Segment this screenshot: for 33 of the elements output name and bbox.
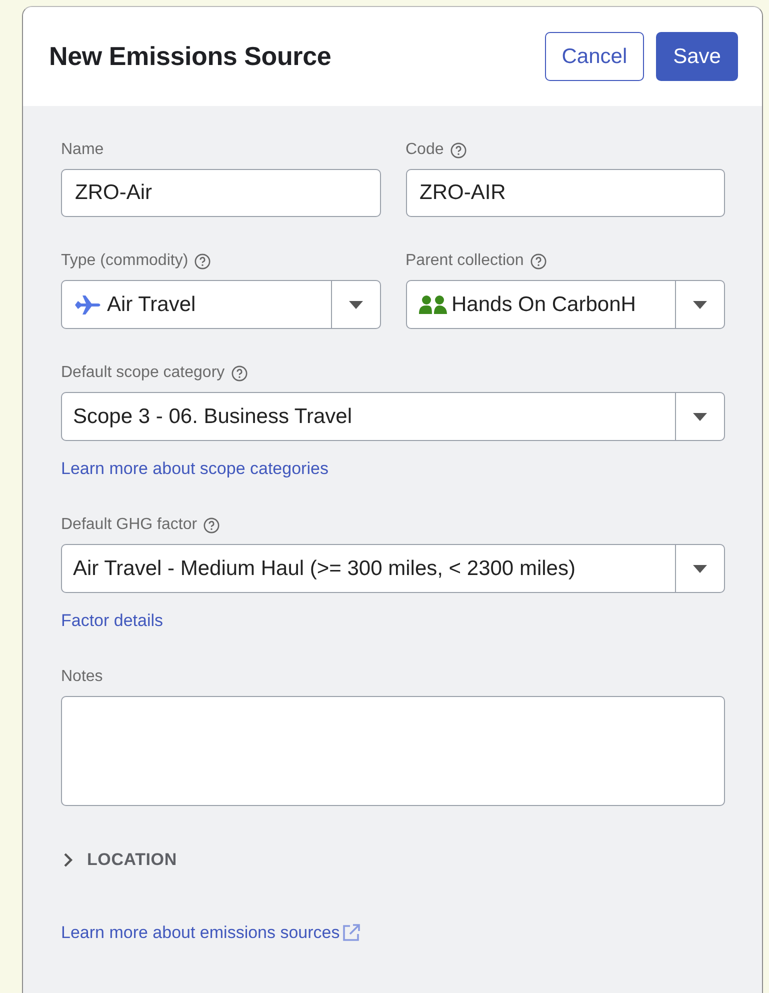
dropdown[interactable]: Scope 3 - 06. Business Travel <box>61 392 725 441</box>
save-button[interactable]: Save <box>656 32 738 81</box>
help-icon[interactable] <box>194 252 212 270</box>
field-label: Name <box>61 141 104 159</box>
caret-icon <box>693 564 707 572</box>
help-icon[interactable] <box>203 516 220 534</box>
field-label: Code <box>406 141 444 159</box>
text-field[interactable]: ZRO-Air <box>61 169 380 217</box>
field-label: Default GHG factor <box>61 516 198 534</box>
dropdown[interactable]: Air Travel <box>61 280 380 329</box>
text-field[interactable]: ZRO-AIR <box>406 169 725 217</box>
help-link[interactable]: Learn more about scope categories <box>61 459 328 479</box>
caret-icon <box>693 412 707 420</box>
help-link[interactable]: Factor details <box>61 611 164 631</box>
help-icon[interactable] <box>530 252 547 270</box>
dropdown[interactable]: Air Travel - Medium Haul (>= 300 miles, < 2300 miles) <box>61 544 725 593</box>
help-icon[interactable] <box>230 364 248 382</box>
field-label: Notes <box>61 668 103 686</box>
airplane-icon <box>73 294 103 316</box>
field-label: Default scope category <box>61 364 225 382</box>
location-expander[interactable]: LOCATION <box>61 850 177 870</box>
help-icon[interactable] <box>450 142 467 158</box>
chevron-icon <box>61 851 75 869</box>
dropdown[interactable]: Hands On CarbonH <box>406 280 725 329</box>
help-link[interactable]: Learn more about emissions sources <box>61 923 340 943</box>
cancel-button[interactable]: Cancel <box>544 32 644 81</box>
field-label: Type (commodity) <box>61 252 188 270</box>
dialog-title: New Emissions Source <box>49 41 332 72</box>
field-label: Parent collection <box>406 252 524 270</box>
caret-icon <box>348 300 362 308</box>
notes-field[interactable] <box>61 696 725 806</box>
people-icon <box>418 294 448 316</box>
caret-icon <box>693 300 707 308</box>
